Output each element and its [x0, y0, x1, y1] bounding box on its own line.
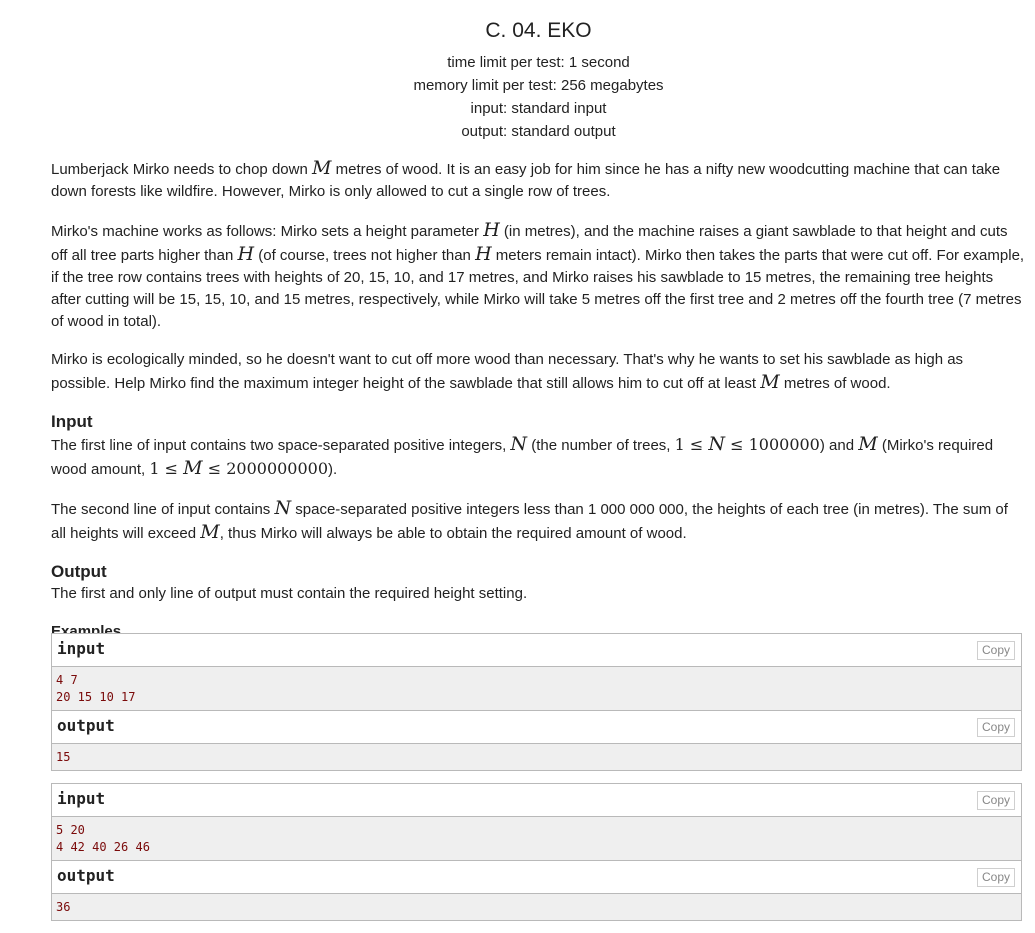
- example-1-input-header: input Copy: [52, 634, 1021, 667]
- math-op: ≤: [684, 435, 709, 454]
- text: (the number of trees,: [527, 437, 675, 454]
- math-num: 1: [674, 435, 685, 454]
- math-var: N: [708, 433, 726, 455]
- text: metres of wood.: [779, 375, 891, 392]
- text: Mirko's machine works as follows: Mirko …: [51, 223, 484, 240]
- example-2-output-header: output Copy: [52, 860, 1021, 894]
- math-op: ≤: [725, 435, 749, 454]
- text: The first line of input contains two spa…: [51, 437, 511, 454]
- input-heading: Input: [51, 412, 93, 431]
- math-var: M: [200, 521, 220, 543]
- input-file: input: standard input: [470, 100, 607, 117]
- problem-title: C. 04. EKO: [485, 19, 592, 42]
- problem-limits: time limit per test: 1 second memory lim…: [51, 51, 1026, 143]
- text: The second line of input contains: [51, 501, 275, 518]
- input-label: input: [57, 639, 106, 658]
- text: Lumberjack Mirko needs to chop down: [51, 161, 312, 178]
- memory-limit: memory limit per test: 256 megabytes: [413, 77, 664, 94]
- math-num: 1: [149, 459, 160, 478]
- text: ).: [328, 461, 338, 478]
- output-file: output: standard output: [461, 123, 616, 140]
- math-var: M: [858, 433, 878, 455]
- output-label: output: [57, 866, 115, 885]
- math-var: H: [483, 219, 500, 241]
- example-2: input Copy 5 20 4 42 40 26 46 output Cop…: [51, 783, 1022, 921]
- copy-button[interactable]: Copy: [976, 641, 1015, 660]
- math-var: N: [274, 497, 292, 519]
- copy-button[interactable]: Copy: [976, 868, 1015, 887]
- example-1-output-header: output Copy: [52, 710, 1021, 744]
- math-num: 1000000: [748, 435, 820, 454]
- input-paragraph-1: The first line of input contains two spa…: [51, 433, 1026, 481]
- text: , thus Mirko will always be able to obta…: [219, 525, 687, 542]
- copy-button[interactable]: Copy: [976, 718, 1015, 737]
- time-limit: time limit per test: 1 second: [447, 54, 630, 71]
- math-op: ≤: [159, 459, 184, 478]
- legend-paragraph-2: Mirko's machine works as follows: Mirko …: [51, 219, 1026, 333]
- legend-paragraph-1: Lumberjack Mirko needs to chop down M me…: [51, 157, 1026, 203]
- output-heading: Output: [51, 562, 107, 581]
- problem-statement: C. 04. EKO time limit per test: 1 second…: [51, 0, 1026, 643]
- output-paragraph: The first and only line of output must c…: [51, 585, 528, 602]
- example-1-output[interactable]: 15: [52, 744, 1021, 770]
- example-2-input[interactable]: 5 20 4 42 40 26 46: [52, 817, 1021, 860]
- math-var: M: [311, 157, 332, 179]
- math-var: M: [760, 371, 780, 393]
- math-var: M: [183, 457, 203, 479]
- input-label: input: [57, 789, 106, 808]
- example-2-output[interactable]: 36: [52, 894, 1021, 920]
- math-var: H: [237, 243, 255, 265]
- text: (of course, trees not higher than: [254, 247, 476, 264]
- example-1: input Copy 4 7 20 15 10 17 output Copy 1…: [51, 633, 1022, 771]
- text: ) and: [819, 437, 859, 454]
- legend-paragraph-3: Mirko is ecologically minded, so he does…: [51, 349, 1026, 395]
- math-var: H: [475, 243, 492, 265]
- example-2-input-header: input Copy: [52, 784, 1021, 817]
- math-var: N: [510, 433, 528, 455]
- output-label: output: [57, 716, 115, 735]
- example-1-input[interactable]: 4 7 20 15 10 17: [52, 667, 1021, 710]
- input-paragraph-2: The second line of input contains N spac…: [51, 497, 1026, 545]
- math-op: ≤: [202, 459, 227, 478]
- copy-button[interactable]: Copy: [976, 791, 1015, 810]
- math-num: 2000000000: [226, 459, 329, 478]
